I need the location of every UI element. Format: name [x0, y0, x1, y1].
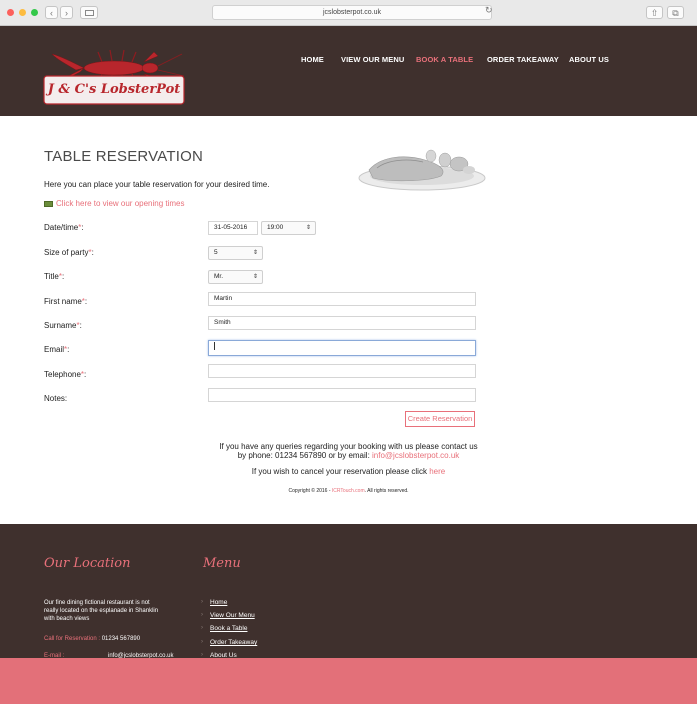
cancel-here-link[interactable]: here — [429, 467, 445, 476]
copyright: Copyright © 2016 - ICRTouch.com. All rig… — [0, 488, 697, 494]
date-field[interactable]: 31-05-2016 — [208, 221, 258, 235]
bottom-accent-bar — [0, 658, 697, 704]
party-size-label-text: Size of party — [44, 248, 89, 257]
chevron-right-icon: › — [201, 612, 203, 618]
chevron-updown-icon: ⇕ — [305, 225, 311, 231]
menu-heading: Menu — [203, 556, 241, 571]
telephone-label: Telephone*: — [44, 370, 86, 379]
surname-label: Surname*: — [44, 321, 82, 330]
call-row: Call for Reservation : 01234 567890 — [44, 635, 140, 643]
logo-text: J & C's LobsterPot — [47, 82, 181, 97]
call-value: 01234 567890 — [101, 636, 141, 642]
flag-icon — [44, 200, 53, 207]
surname-label-text: Surname — [44, 321, 77, 330]
site-logo[interactable]: J & C's LobsterPot — [32, 46, 196, 132]
firstname-field[interactable]: Martin — [208, 292, 476, 306]
notes-label: Notes: — [44, 394, 68, 403]
nav-view-our-menu[interactable]: VIEW OUR MENU — [341, 55, 404, 64]
contact-line-1: If you have any queries regarding your b… — [219, 442, 478, 451]
party-size-label: Size of party*: — [44, 248, 94, 257]
title-label: Title*: — [44, 272, 64, 281]
opening-times-link[interactable]: Click here to view our opening times — [44, 199, 185, 208]
contact-phone-text: by phone: 01234 567890 or by email: — [237, 451, 370, 460]
title-label-text: Title — [44, 272, 59, 281]
time-value: 19:00 — [267, 224, 284, 231]
call-label: Call for Reservation : — [44, 636, 101, 642]
chevron-right-icon: › — [201, 625, 203, 631]
nav-about-us[interactable]: ABOUT US — [569, 55, 609, 64]
contact-line-2: by phone: 01234 567890 or by email: info… — [0, 451, 697, 460]
firstname-label-text: First name — [44, 297, 82, 306]
footer-menu-view-our-menu[interactable]: View Our Menu — [210, 612, 255, 619]
zoom-window-button[interactable] — [31, 9, 38, 16]
label-colon: : — [61, 272, 65, 281]
page-title: TABLE RESERVATION — [44, 148, 203, 165]
back-icon: ‹ — [50, 8, 53, 18]
firstname-label: First name*: — [44, 297, 87, 306]
close-window-button[interactable] — [7, 9, 14, 16]
chevron-updown-icon: ⇕ — [252, 250, 258, 256]
email-label-text: Email — [44, 345, 65, 354]
opening-times-label: Click here to view our opening times — [56, 199, 185, 208]
minimize-window-button[interactable] — [19, 9, 26, 16]
title-select[interactable]: Mr. ⇕ — [208, 270, 263, 284]
label-colon: : — [67, 345, 70, 354]
location-heading: Our Location — [44, 556, 131, 571]
label-colon: : — [81, 223, 84, 232]
reload-icon[interactable]: ↻ — [485, 5, 493, 16]
lobster-dish-image — [358, 149, 486, 191]
nav-book-a-table[interactable]: BOOK A TABLE — [416, 55, 473, 64]
cancel-line: If you wish to cancel your reservation p… — [0, 467, 697, 476]
sidebar-icon — [84, 10, 94, 16]
email-label: Email*: — [44, 345, 69, 354]
share-icon: ⇧ — [650, 8, 659, 18]
address-bar[interactable]: jcslobsterpot.co.uk — [212, 5, 492, 20]
chevron-right-icon: › — [201, 599, 203, 605]
intro-text: Here you can place your table reservatio… — [44, 180, 270, 189]
footer-menu-home[interactable]: Home — [210, 599, 227, 606]
chevron-updown-icon: ⇕ — [252, 274, 258, 280]
datetime-label-text: Date/time — [44, 223, 79, 232]
tabs-icon: ⧉ — [672, 8, 679, 18]
forward-icon: › — [65, 8, 68, 18]
telephone-label-text: Telephone — [44, 370, 81, 379]
back-button[interactable]: ‹ — [45, 6, 58, 19]
forward-button[interactable]: › — [60, 6, 73, 19]
email-field[interactable] — [208, 340, 476, 356]
nav-home[interactable]: HOME — [301, 55, 324, 64]
time-select[interactable]: 19:00 ⇕ — [261, 221, 316, 235]
party-size-select[interactable]: 5 ⇕ — [208, 246, 263, 260]
notes-field[interactable] — [208, 388, 476, 402]
copyright-suffix: . All rights reserved. — [364, 488, 409, 494]
label-colon: : — [91, 248, 94, 257]
party-size-value: 5 — [214, 249, 218, 256]
footer-menu-book-a-table[interactable]: Book a Table — [210, 625, 247, 632]
datetime-label: Date/time*: — [44, 223, 84, 232]
label-colon: : — [84, 297, 88, 306]
telephone-field[interactable] — [208, 364, 476, 378]
copyright-link[interactable]: ICRTouch.com — [332, 488, 365, 494]
browser-toolbar: ‹ › jcslobsterpot.co.uk ↻ ⇧ ⧉ — [0, 0, 697, 26]
chevron-right-icon: › — [201, 639, 203, 645]
location-text-2: really located on the esplanade in Shank… — [44, 608, 159, 614]
label-colon: : — [84, 370, 87, 379]
text-cursor — [214, 342, 215, 351]
tabs-button[interactable]: ⧉ — [667, 6, 684, 19]
label-colon: : — [79, 321, 82, 330]
sidebar-button[interactable] — [80, 6, 98, 19]
url-text: jcslobsterpot.co.uk — [323, 9, 381, 16]
contact-email-link[interactable]: info@jcslobsterpot.co.uk — [372, 451, 459, 460]
footer-menu-order-takeaway[interactable]: Order Takeaway — [210, 639, 257, 646]
cancel-text: If you wish to cancel your reservation p… — [251, 467, 427, 476]
location-text-1: Our fine dining fictional restaurant is … — [44, 600, 150, 606]
location-text-3: with beach views — [44, 616, 90, 622]
surname-field[interactable]: Smith — [208, 316, 476, 330]
title-value: Mr. — [214, 273, 224, 280]
create-reservation-button[interactable]: Create Reservation — [405, 411, 475, 427]
share-button[interactable]: ⇧ — [646, 6, 663, 19]
copyright-prefix: Copyright © 2016 - — [288, 488, 331, 494]
nav-order-takeaway[interactable]: ORDER TAKEAWAY — [487, 55, 559, 64]
